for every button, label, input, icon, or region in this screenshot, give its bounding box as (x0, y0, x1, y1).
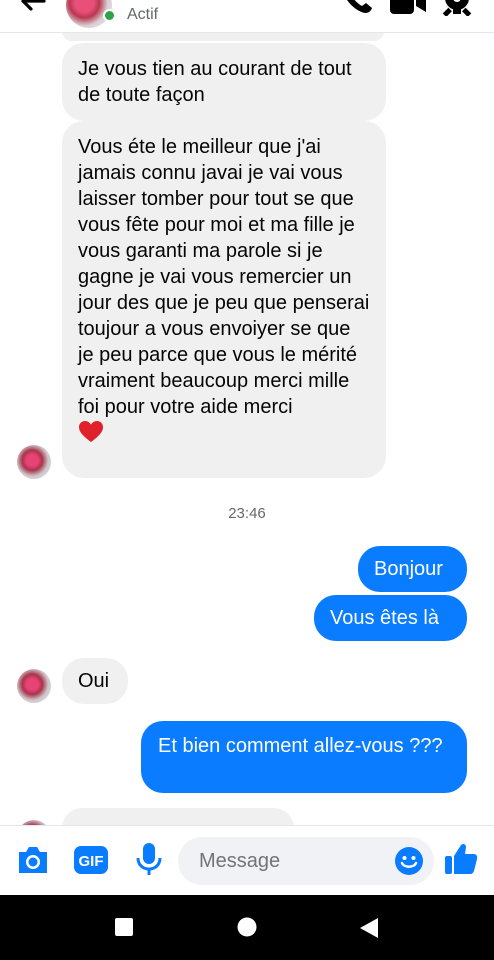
message-list: Je vous tien au courant de tout de toute… (0, 33, 494, 825)
emoji-icon[interactable] (394, 846, 424, 876)
thumbs-up-icon[interactable] (443, 841, 479, 877)
conversation-header: Actif (0, 0, 494, 33)
message-text: Vous êtes là (330, 607, 439, 629)
sender-avatar[interactable] (17, 669, 51, 703)
back-icon[interactable] (358, 917, 380, 939)
incoming-message[interactable]: Je vous tien au courant de tout de toute… (62, 43, 386, 121)
message-text: Et bien comment allez-vous ??? (158, 735, 443, 757)
system-navigation-bar (0, 895, 494, 960)
message-input-placeholder: Message (199, 850, 281, 872)
incoming-message[interactable]: Oui (62, 658, 128, 704)
gif-icon[interactable]: GIF (73, 845, 109, 875)
message-composer: GIF Message (0, 825, 494, 895)
video-camera-icon[interactable] (388, 0, 428, 16)
message-timestamp: 23:46 (228, 505, 266, 522)
incoming-message[interactable]: Vous éte le meilleur que j'ai jamais con… (62, 121, 386, 478)
message-text: Vous éte le meilleur que j'ai jamais con… (78, 136, 370, 418)
online-status-dot (103, 9, 116, 22)
sender-avatar[interactable] (17, 445, 51, 479)
incoming-message-partial (62, 33, 384, 41)
recent-apps-icon[interactable] (114, 917, 134, 937)
outgoing-message[interactable]: Bonjour (358, 546, 467, 592)
contact-status: Actif (127, 6, 159, 23)
home-icon[interactable] (237, 917, 257, 937)
message-text: Bonjour (374, 558, 443, 580)
outgoing-message[interactable]: Et bien comment allez-vous ??? (141, 721, 467, 793)
microphone-icon[interactable] (135, 842, 163, 878)
svg-text:GIF: GIF (79, 853, 104, 870)
back-arrow-icon[interactable] (16, 0, 50, 18)
outgoing-message[interactable]: Vous êtes là (314, 595, 467, 641)
message-text: Oui (78, 670, 110, 692)
incoming-message-partial (62, 808, 294, 825)
message-text: Je vous tien au courant de tout de toute… (78, 58, 352, 106)
phone-icon[interactable] (340, 0, 374, 16)
camera-icon[interactable] (16, 845, 50, 875)
settings-gear-icon[interactable] (440, 0, 474, 16)
heart-icon (79, 421, 103, 442)
